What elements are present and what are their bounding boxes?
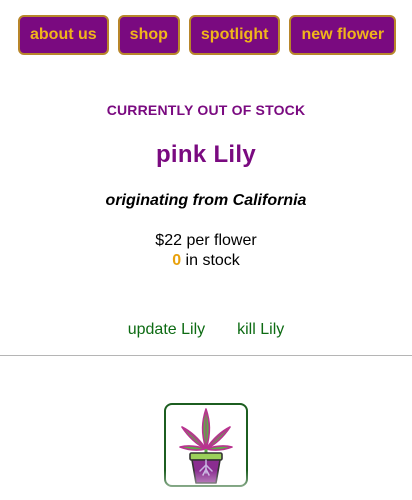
- product-image: [164, 403, 248, 487]
- kill-flower-link[interactable]: kill Lily: [237, 321, 284, 339]
- new-flower-button[interactable]: new flower: [289, 15, 397, 55]
- about-us-button[interactable]: about us: [18, 15, 109, 55]
- product-actions: update Lily kill Lily: [0, 321, 412, 339]
- shop-button[interactable]: shop: [117, 15, 180, 55]
- section-divider: [0, 355, 412, 356]
- product-origin: originating from California: [105, 192, 307, 209]
- stock-suffix: in stock: [181, 252, 240, 269]
- top-nav: about us shop spotlight new flower: [18, 15, 397, 55]
- potted-plant-icon: [179, 408, 233, 484]
- product-title: pink Lily: [155, 141, 257, 168]
- spotlight-button[interactable]: spotlight: [188, 15, 281, 55]
- product-price: $22 per flower: [155, 232, 257, 249]
- stock-status-label: CURRENTLY OUT OF STOCK: [106, 102, 306, 118]
- update-flower-link[interactable]: update Lily: [128, 321, 205, 339]
- stock-count: 0: [172, 252, 182, 269]
- stock-line: 0 in stock: [0, 252, 412, 270]
